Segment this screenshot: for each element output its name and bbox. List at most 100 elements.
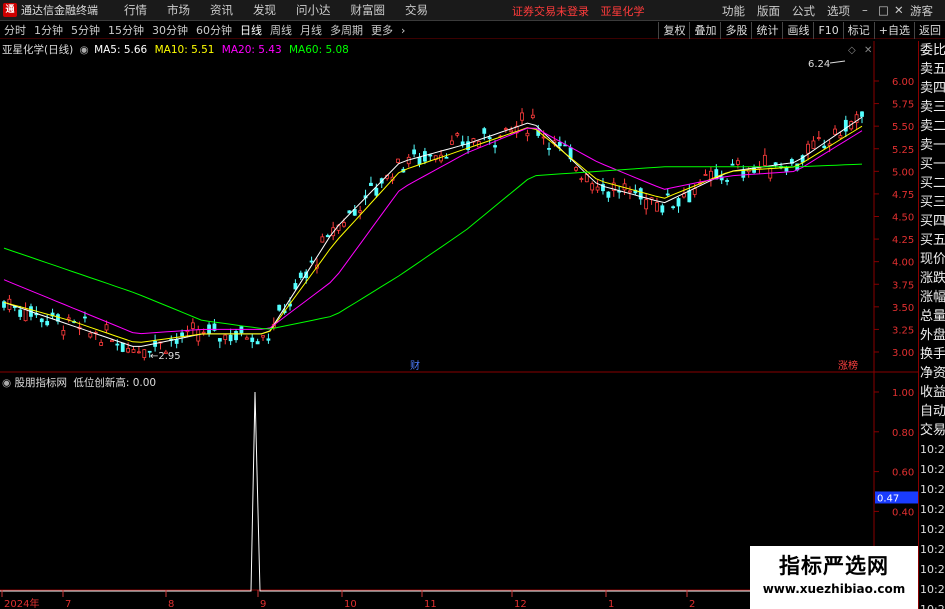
close-chart-icon[interactable]: ✕ — [864, 45, 872, 56]
candle-body — [137, 351, 141, 354]
minimize-icon[interactable]: – — [856, 3, 872, 19]
period-fenshi[interactable]: 分时 — [0, 22, 30, 38]
indicator-current-label: 0.47 — [877, 493, 899, 504]
btn-fuquan[interactable]: 复权 — [658, 22, 689, 39]
period-60min[interactable]: 60分钟 — [192, 22, 236, 38]
menu-gongneng[interactable]: 功能 — [716, 3, 751, 19]
candle-body — [120, 342, 125, 352]
side-label: 买二 — [920, 176, 945, 191]
btn-duogu[interactable]: 多股 — [720, 22, 751, 39]
period-multi[interactable]: 多周期 — [326, 22, 367, 38]
menu-faxian[interactable]: 发现 — [243, 2, 286, 18]
candle-body — [110, 339, 114, 343]
candle-body — [428, 154, 433, 157]
candle-body — [557, 141, 562, 147]
candle-body — [606, 191, 611, 198]
candle-body — [298, 272, 303, 278]
btn-f10[interactable]: F10 — [813, 22, 842, 39]
trade-time: 10:23 — [920, 563, 945, 576]
menu-xuanxiang[interactable]: 选项 — [821, 3, 856, 19]
menu-jiaoyi[interactable]: 交易 — [395, 2, 438, 18]
ma-line-0 — [3, 116, 863, 347]
candle-body — [142, 349, 147, 358]
candle-body — [730, 163, 735, 166]
btn-zixuan[interactable]: +自选 — [873, 22, 914, 39]
menu-right: 功能 版面 公式 选项 – □ ✕ 游客 — [716, 3, 939, 19]
side-label: 买四 — [920, 214, 945, 229]
candle-body — [234, 331, 238, 341]
quote-side-panel: 委比 卖五 卖四 卖三 卖二 卖一 买一 买二 买三 买四 买五 现价 涨跌 涨幅 总量 外盘 换手 净资 收益 自动… — [918, 41, 945, 609]
candle-body — [115, 343, 120, 346]
side-label: 买三 — [920, 195, 945, 210]
menu-wenxiaoda[interactable]: 问小达 — [286, 2, 341, 18]
login-warning[interactable]: 证券交易未登录 — [512, 5, 589, 18]
watermark-url: www.xuezhibiao.com — [762, 582, 906, 596]
trade-time: 10:22 — [920, 483, 945, 496]
ind-tick-label: 0.40 — [892, 507, 914, 518]
candle-body — [342, 222, 346, 227]
trade-time: 10:23 — [919, 600, 945, 609]
candle-body — [396, 158, 400, 163]
y-tick-label: 4.50 — [892, 213, 914, 224]
ma-line-1 — [3, 125, 863, 343]
y-tick-label: 4.25 — [892, 235, 914, 246]
candle-body — [509, 129, 514, 133]
btn-diejia[interactable]: 叠加 — [689, 22, 720, 39]
high-price-label: 6.24 — [808, 59, 830, 70]
menu-zixun[interactable]: 资讯 — [200, 2, 243, 18]
period-5min[interactable]: 5分钟 — [67, 22, 104, 38]
candle-body — [525, 132, 530, 137]
x-tick-label: 11 — [424, 599, 437, 609]
diamond-icon[interactable]: ◇ — [848, 45, 856, 56]
candle-body — [449, 140, 454, 145]
period-week[interactable]: 周线 — [266, 22, 296, 38]
side-label: 买一 — [920, 157, 945, 172]
btn-biaoji[interactable]: 标记 — [842, 22, 874, 39]
trade-time: 10:22 — [920, 463, 945, 476]
candle-body — [39, 318, 44, 323]
candle-body — [671, 206, 676, 209]
candle-body — [244, 337, 249, 340]
candle-body — [703, 174, 708, 176]
high-price-arrow — [829, 60, 846, 64]
side-label: 卖四 — [920, 81, 945, 96]
btn-huaxian[interactable]: 画线 — [782, 22, 813, 39]
user-label[interactable]: 游客 — [904, 3, 939, 19]
menu-shichang[interactable]: 市场 — [157, 2, 200, 18]
menu-hangqing[interactable]: 行情 — [114, 2, 157, 18]
period-month[interactable]: 月线 — [296, 22, 326, 38]
candle-body — [628, 190, 632, 193]
menu-gongshi[interactable]: 公式 — [786, 3, 821, 19]
menu-caifuquan[interactable]: 财富圈 — [341, 2, 396, 18]
candle-body — [174, 339, 179, 344]
x-tick-label: 9 — [260, 599, 266, 609]
candle-body — [595, 186, 600, 191]
btn-fanhui[interactable]: 返回 — [914, 22, 945, 39]
candle-body — [816, 137, 821, 140]
trade-time: 10:23 — [920, 523, 945, 536]
period-30min[interactable]: 30分钟 — [148, 22, 192, 38]
period-15min[interactable]: 15分钟 — [104, 22, 148, 38]
candle-body — [255, 341, 260, 345]
y-tick-label: 3.00 — [892, 348, 914, 359]
period-more[interactable]: 更多 — [367, 22, 397, 38]
menu-banmian[interactable]: 版面 — [751, 3, 786, 19]
candle-body — [201, 331, 206, 334]
side-label: 卖一 — [920, 138, 945, 153]
kline-chart[interactable]: 6.00 5.75 5.50 5.25 5.00 4.75 4.50 4.25 4.00 3.75… — [0, 41, 918, 609]
limit-up-badge[interactable]: 涨榜 — [838, 359, 858, 372]
close-icon[interactable]: ✕ — [888, 3, 904, 19]
maximize-icon[interactable]: □ — [872, 3, 889, 19]
chevron-right-icon[interactable]: › — [397, 24, 409, 37]
side-label: 卖五 — [920, 62, 945, 77]
candle-body — [104, 324, 109, 331]
finance-badge[interactable]: 财 — [410, 359, 420, 372]
period-1min[interactable]: 1分钟 — [30, 22, 67, 38]
watermark: 指标严选网 www.xuezhibiao.com — [750, 546, 918, 609]
x-tick-label: 12 — [514, 599, 527, 609]
candle-body — [460, 141, 465, 145]
period-day[interactable]: 日线 — [236, 22, 266, 38]
btn-tongji[interactable]: 统计 — [751, 22, 782, 39]
candle-body — [741, 169, 746, 178]
ind-tick-label: 1.00 — [892, 388, 914, 399]
